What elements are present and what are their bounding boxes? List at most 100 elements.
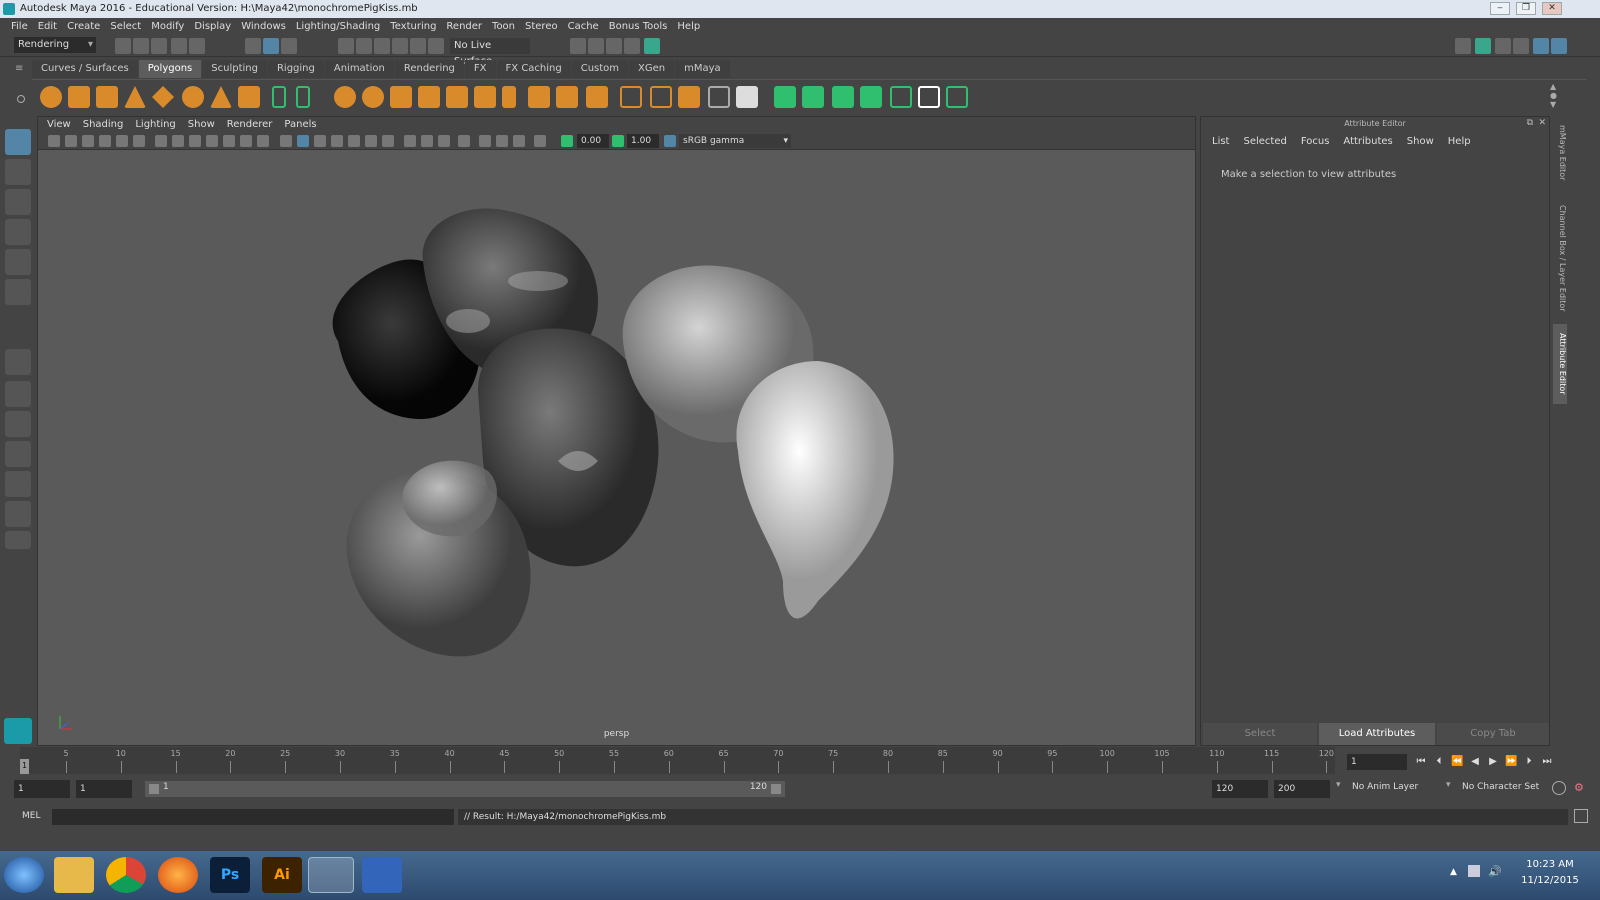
tab-animation[interactable]: Animation <box>324 60 394 78</box>
motion-blur-icon[interactable] <box>404 135 416 147</box>
script-language-toggle[interactable]: MEL <box>22 811 40 821</box>
bracket-left-icon[interactable] <box>272 86 286 108</box>
play-backwards-icon[interactable]: ◀ <box>1469 756 1481 768</box>
new-scene-icon[interactable] <box>115 38 131 54</box>
save-scene-icon[interactable] <box>151 38 167 54</box>
attr-menu-attributes[interactable]: Attributes <box>1336 135 1399 149</box>
volume-icon[interactable]: 🔊 <box>1488 865 1502 878</box>
animation-start-field[interactable]: 1 <box>14 780 70 798</box>
tab-fx[interactable]: FX <box>464 60 496 78</box>
snap-surface-icon[interactable] <box>410 38 426 54</box>
append-polygon-icon[interactable] <box>586 86 608 108</box>
gamma-field[interactable]: 1.00 <box>627 134 659 148</box>
field-chart-icon[interactable] <box>223 135 235 147</box>
tab-fx-caching[interactable]: FX Caching <box>496 60 571 78</box>
photoshop-icon[interactable]: Ps <box>210 857 250 893</box>
center-pivot-icon[interactable] <box>708 86 730 108</box>
command-input[interactable] <box>52 809 454 825</box>
anti-aliasing-icon[interactable] <box>421 135 433 147</box>
close-button[interactable]: ✕ <box>1542 2 1562 15</box>
chevron-down-icon[interactable]: ▾ <box>1336 780 1344 790</box>
tab-curves-surfaces[interactable]: Curves / Surfaces <box>32 60 138 78</box>
bevel-icon[interactable] <box>556 86 578 108</box>
color-space-dropdown[interactable]: sRGB gamma ▾ <box>679 134 791 148</box>
show-hidden-icons-icon[interactable]: ▲ <box>1450 867 1457 877</box>
animation-prefs-icon[interactable]: ⚙ <box>1574 781 1588 795</box>
fill-hole-icon[interactable] <box>620 86 642 108</box>
multi-cut-icon[interactable] <box>502 86 516 108</box>
go-to-start-icon[interactable]: ⏮ <box>1415 756 1427 768</box>
chevron-down-icon[interactable]: ▾ <box>1446 780 1454 790</box>
poly-sphere-icon[interactable] <box>40 86 62 108</box>
range-start-handle[interactable] <box>149 784 159 794</box>
script-editor-icon[interactable] <box>1574 809 1588 823</box>
menu-file[interactable]: File <box>6 18 33 35</box>
image-plane-icon[interactable] <box>99 135 111 147</box>
viewport-menu-shading[interactable]: Shading <box>77 117 130 132</box>
copy-tab-button[interactable]: Copy Tab <box>1437 723 1549 745</box>
persp-outliner-layout-icon[interactable] <box>5 471 31 497</box>
checker-icon[interactable] <box>918 86 940 108</box>
live-surface-field[interactable]: No Live Surface <box>450 38 530 67</box>
wireframe-icon[interactable] <box>280 135 292 147</box>
gamma-icon[interactable] <box>612 135 624 147</box>
playback-start-field[interactable]: 1 <box>76 780 132 798</box>
tab-attribute-editor[interactable]: Attribute Editor <box>1553 324 1567 404</box>
undo-icon[interactable] <box>171 38 187 54</box>
poly-cylinder-icon[interactable] <box>96 86 118 108</box>
x-ray-joints-icon[interactable] <box>496 135 508 147</box>
tab-polygons[interactable]: Polygons <box>138 60 202 78</box>
mudbox-taskbar-icon[interactable] <box>362 857 402 893</box>
uv-editor-icon[interactable] <box>890 86 912 108</box>
menu-cache[interactable]: Cache <box>563 18 604 35</box>
modeling-toolkit-icon[interactable] <box>1455 38 1471 54</box>
viewport-scene[interactable] <box>38 151 1195 745</box>
persp-graph-layout-icon[interactable] <box>5 441 31 467</box>
menu-set-dropdown[interactable]: Rendering ▾ <box>14 37 96 53</box>
attr-menu-selected[interactable]: Selected <box>1236 135 1293 149</box>
clock-time[interactable]: 10:23 AM <box>1508 859 1592 870</box>
side-by-side-layout-icon[interactable] <box>5 411 31 437</box>
uv-spherical-icon[interactable] <box>832 86 854 108</box>
play-forwards-icon[interactable]: ▶ <box>1487 756 1499 768</box>
rotate-tool-icon[interactable] <box>5 249 31 275</box>
bridge-icon[interactable] <box>528 86 550 108</box>
viewport-menu-show[interactable]: Show <box>182 117 221 132</box>
smooth-shade-icon[interactable] <box>297 135 309 147</box>
menu-edit[interactable]: Edit <box>33 18 62 35</box>
move-tool-icon[interactable] <box>5 219 31 245</box>
poly-torus-icon[interactable] <box>182 86 204 108</box>
time-slider-track[interactable] <box>20 747 1335 774</box>
poly-pyramid-icon[interactable] <box>210 86 232 108</box>
load-attributes-button[interactable]: Load Attributes <box>1319 723 1435 745</box>
render-view-icon[interactable] <box>570 38 586 54</box>
attr-menu-list[interactable]: List <box>1205 135 1236 149</box>
playback-end-field[interactable]: 120 <box>1212 780 1268 798</box>
use-all-lights-icon[interactable] <box>348 135 360 147</box>
grid-icon[interactable] <box>155 135 167 147</box>
resolution-gate-icon[interactable] <box>189 135 201 147</box>
file-explorer-icon[interactable] <box>54 857 94 893</box>
shelf-menu-icon[interactable]: ≡ <box>15 64 27 74</box>
float-panel-icon[interactable]: ⧉ <box>1527 118 1533 128</box>
step-forward-frame-icon[interactable]: ⏵ <box>1523 756 1535 768</box>
separate-icon[interactable] <box>362 86 384 108</box>
target-weld-icon[interactable] <box>678 86 700 108</box>
snap-vertex-icon[interactable] <box>428 38 444 54</box>
depth-of-field-icon[interactable] <box>438 135 450 147</box>
menu-windows[interactable]: Windows <box>236 18 291 35</box>
boolean-icon[interactable] <box>446 86 468 108</box>
channel-box-icon[interactable] <box>1513 38 1529 54</box>
menu-stereo[interactable]: Stereo <box>520 18 563 35</box>
animation-end-field[interactable]: 200 <box>1274 780 1330 798</box>
clock-date[interactable]: 11/12/2015 <box>1508 875 1592 886</box>
attr-menu-help[interactable]: Help <box>1441 135 1478 149</box>
time-slider[interactable]: 1 5 10 15 20 25 30 35 40 45 50 55 60 65 70 75 80 85 90 95 1… <box>20 747 1335 774</box>
exposure-icon[interactable] <box>561 135 573 147</box>
firefox-icon[interactable] <box>158 857 198 893</box>
step-forward-key-icon[interactable]: ⏩ <box>1505 756 1517 768</box>
menu-lighting-shading[interactable]: Lighting/Shading <box>291 18 385 35</box>
start-button-icon[interactable] <box>4 857 44 893</box>
viewport-menu-panels[interactable]: Panels <box>278 117 322 132</box>
menu-toon[interactable]: Toon <box>487 18 520 35</box>
